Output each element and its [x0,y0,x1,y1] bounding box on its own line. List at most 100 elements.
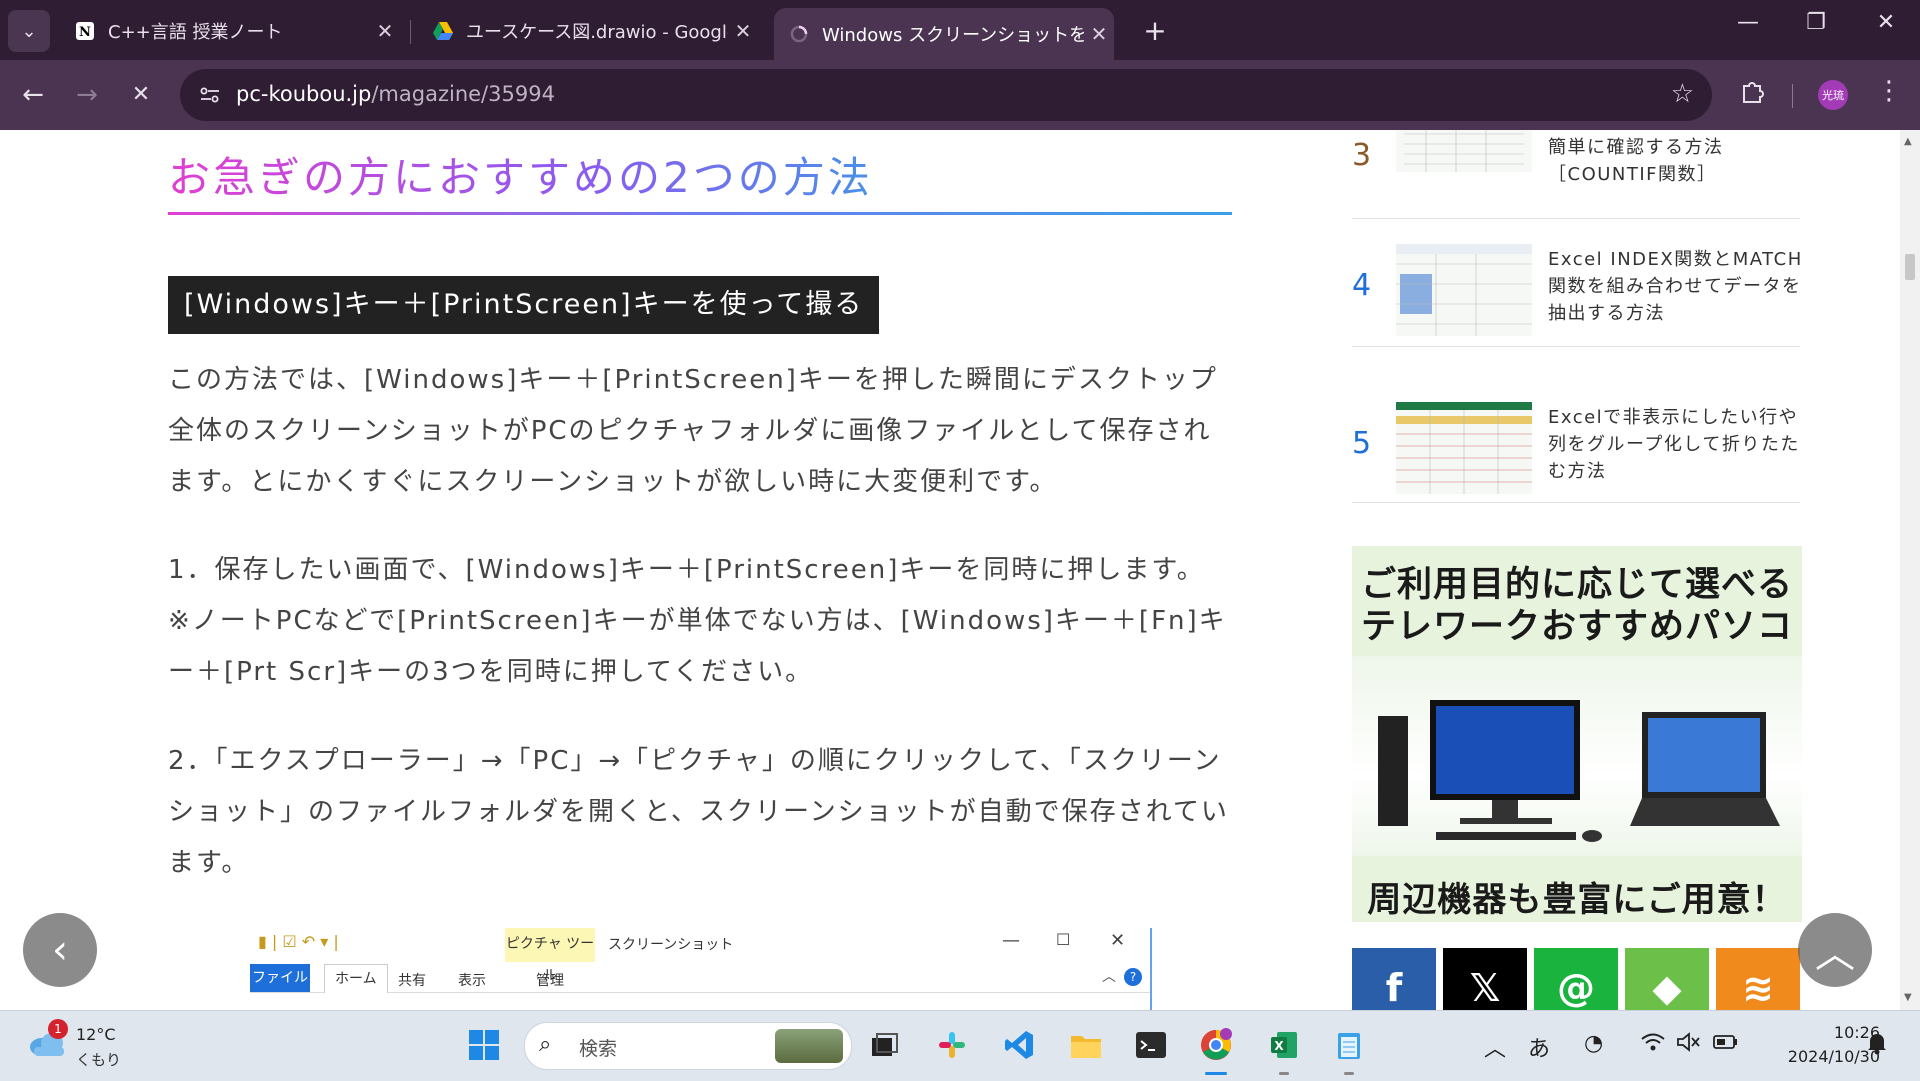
share-rss-button[interactable]: ≋ [1716,948,1800,1010]
tab-search-button[interactable]: ⌄ [8,10,50,52]
ranking-item[interactable]: 4 Excel INDEX関数とMATCH関数を組み合わせてデータを抽出する方法 [1352,218,1801,347]
restore-button[interactable]: ❐ [1796,10,1836,35]
intro-paragraph: この方法では、[Windows]キー＋[PrintScreen]キーを押した瞬間… [168,355,1238,508]
explorer-titlebar: ▮ | ☑ ↶ ▾ | ピクチャ ツール スクリーンショット — ☐ ✕ [250,928,1150,984]
notepad-running-indicator [1344,1072,1354,1075]
x-icon: 𝕏 [1469,966,1501,1010]
scroll-up-arrow-icon[interactable]: ▲ [1904,136,1912,147]
ranking-title[interactable]: 簡単に確認する方法［COUNTIF関数］ [1548,134,1804,188]
weather-temperature[interactable]: 12°C [76,1025,116,1044]
ranking-title[interactable]: Excel INDEX関数とMATCH関数を組み合わせてデータを抽出する方法 [1548,246,1804,327]
explorer-context-tab: ピクチャ ツール [505,928,595,984]
scrollbar-thumb[interactable] [1905,254,1915,280]
toolbar-divider [1792,84,1793,108]
battery-icon[interactable] [1712,1031,1740,1059]
speaker-muted-icon[interactable] [1676,1031,1702,1059]
maximize-icon: ☐ [1056,930,1071,949]
tab-drive[interactable]: ユースケース図.drawio - Google ド ✕ [418,8,758,54]
scroll-to-top-button[interactable]: ︿ [1798,913,1872,987]
clock-date[interactable]: 2024/10/30 [1758,1047,1880,1066]
share-line-button[interactable]: @ [1534,948,1618,1010]
slack-icon[interactable] [932,1025,972,1065]
search-placeholder: 検索 [579,1038,618,1060]
taskbar-search-box[interactable]: ⌕ 検索 [524,1022,852,1070]
chrome-icon[interactable] [1196,1025,1236,1065]
address-bar[interactable]: pc-koubou.jp/magazine/35994 ☆ [180,69,1712,121]
previous-article-button[interactable]: ‹ [23,913,97,987]
arrow-left-icon: ← [22,80,44,110]
terminal-icon[interactable] [1131,1025,1171,1065]
site-info-icon[interactable] [192,78,228,112]
scroll-down-arrow-icon[interactable]: ▼ [1904,992,1912,1003]
excel-running-indicator [1279,1072,1289,1075]
chevron-down-icon: ⌄ [21,20,37,42]
explorer-tab: 管理 [536,973,564,989]
minimize-button[interactable]: — [1728,10,1768,35]
new-tab-button[interactable]: + [1138,14,1172,47]
step-1-paragraph: 1．保存したい画面で、[Windows]キー＋[PrintScreen]キーを同… [168,545,1238,698]
ime-indicator[interactable]: あ [1528,1031,1550,1063]
feedly-icon: ◆ [1652,966,1682,1010]
tab-strip: ⌄ N C++言語 授業ノート ✕ ユースケース図.drawio - Googl… [0,0,1920,60]
url-path: /magazine/35994 [371,82,555,106]
section-heading: お急ぎの方におすすめの2つの方法 [168,144,873,205]
quick-access-icons: ▮ | ☑ ↶ ▾ | [258,932,339,951]
explorer-window-title: スクリーンショット [608,937,734,953]
vscode-icon[interactable] [999,1025,1039,1065]
forward-button[interactable]: → [70,78,104,112]
telework-pc-ad-banner[interactable]: ご利用目的に応じて選べる テレワークおすすめパソコン 周辺機器も豊富にご用意！ [1352,546,1802,922]
file-explorer-icon[interactable] [1066,1025,1106,1065]
share-feedly-button[interactable]: ◆ [1625,948,1709,1010]
close-window-button[interactable]: ✕ [1866,10,1906,35]
close-icon: ✕ [1110,930,1126,951]
back-button[interactable]: ← [16,78,50,112]
tab-notion[interactable]: N C++言語 授業ノート ✕ [60,8,400,54]
explorer-tab: ホーム [324,964,388,993]
bookmark-star-icon[interactable]: ☆ [1671,79,1694,109]
ranking-number: 3 [1352,138,1372,173]
intro-text: この方法では、[Windows]キー＋[PrintScreen]キーを押した瞬間… [168,365,1218,497]
minimize-icon: — [1002,930,1020,951]
minimize-icon: — [1737,10,1759,35]
extensions-icon[interactable] [1738,78,1768,108]
explorer-tab: 表示 [458,973,486,989]
restore-icon: ❐ [1806,10,1826,35]
step-2-paragraph: 2．「エクスプローラー」→「PC」→「ピクチャ」の順にクリックして、「スクリーン… [168,736,1238,889]
facebook-icon: f [1385,966,1403,1010]
chevron-up-icon: ︿ [1102,969,1116,985]
loading-spinner-icon [788,23,810,45]
chevron-up-icon[interactable]: ︿ [1484,1031,1506,1063]
ranking-item[interactable]: 5 Excelで非表示にしたい行や列をグループ化して折りたたむ方法 [1352,374,1800,503]
ranking-item[interactable]: 3 簡単に確認する方法［COUNTIF関数］ [1352,130,1800,219]
close-icon[interactable]: ✕ [728,19,758,43]
ranking-number: 4 [1352,268,1372,303]
windows-start-icon[interactable] [464,1025,504,1065]
help-icon: ? [1124,968,1142,986]
excel-icon[interactable]: X [1264,1025,1304,1065]
task-view-icon[interactable] [864,1025,904,1065]
arrow-right-icon: → [76,80,98,110]
ad-headline-3: 周辺機器も豊富にご用意！ [1367,880,1787,920]
ime-mode-icon[interactable]: ◔ [1584,1031,1603,1056]
stop-loading-button[interactable]: ✕ [124,78,158,112]
more-menu-icon[interactable]: ⋮ [1876,76,1902,106]
notification-bell-icon[interactable] [1866,1031,1888,1061]
page-scrollbar[interactable]: ▲ ▼ [1900,130,1920,1010]
tab-active-article[interactable]: Windows スクリーンショットを撮る4 ✕ [774,8,1114,60]
notepad-icon[interactable] [1329,1025,1369,1065]
share-x-button[interactable]: 𝕏 [1443,948,1527,1010]
windows-taskbar: 1 12°C くもり ⌕ 検索 X ︿ あ ◔ 10:26 2024/10/30 [0,1010,1920,1081]
rss-icon: ≋ [1742,966,1774,1010]
share-facebook-button[interactable]: f [1352,948,1436,1010]
tab-title: C++言語 授業ノート [108,22,283,43]
profile-avatar[interactable]: 光琉 [1818,80,1848,110]
method-subheading: [Windows]キー＋[PrintScreen]キーを使って撮る [168,276,880,334]
page-viewport: お急ぎの方におすすめの2つの方法 [Windows]キー＋[PrintScree… [0,130,1900,1010]
close-icon[interactable]: ✕ [1084,22,1114,46]
close-icon[interactable]: ✕ [370,19,400,43]
ranking-title[interactable]: Excelで非表示にしたい行や列をグループ化して折りたたむ方法 [1548,404,1804,485]
weather-condition[interactable]: くもり [76,1049,121,1070]
wifi-icon[interactable] [1640,1031,1666,1059]
chevron-up-icon: ︿ [1815,931,1855,977]
spreadsheet-thumbnail-icon [1396,130,1532,172]
